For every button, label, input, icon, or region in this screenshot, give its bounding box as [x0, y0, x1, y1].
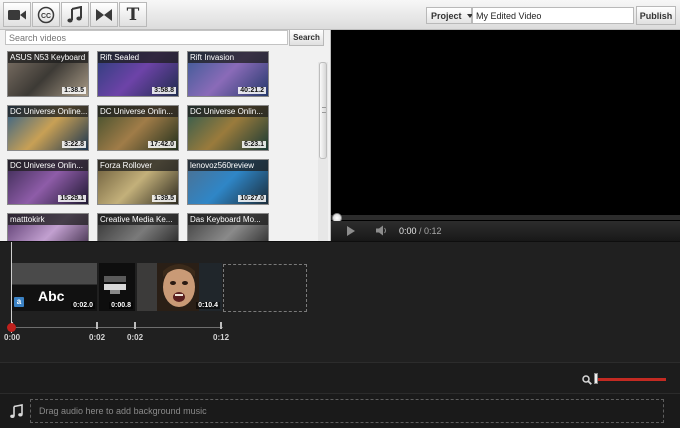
- playhead-line[interactable]: [11, 242, 12, 333]
- add-audio-button[interactable]: [61, 2, 89, 27]
- video-thumbnail[interactable]: Forza Rollover 1:39.5: [97, 159, 179, 205]
- project-name-input[interactable]: [472, 7, 634, 24]
- video-clip[interactable]: 0:10.4: [137, 263, 222, 311]
- video-duration: 6:23.1: [242, 141, 266, 148]
- zoom-magnifier-icon: [582, 375, 592, 385]
- add-transition-button[interactable]: [90, 2, 118, 27]
- video-thumbnail[interactable]: Das Keyboard Mo...: [187, 213, 269, 241]
- volume-icon[interactable]: [376, 225, 388, 236]
- ruler-label: 0:00: [4, 333, 21, 342]
- player-progress-bar[interactable]: [331, 215, 680, 220]
- add-captions-button[interactable]: CC: [32, 2, 60, 27]
- video-thumbnail[interactable]: lenovoz560review 10:27.0: [187, 159, 269, 205]
- video-thumbnail[interactable]: Creative Media Ke...: [97, 213, 179, 241]
- video-thumbnail[interactable]: Rift Sealed 3:58.8: [97, 51, 179, 97]
- video-thumbnail[interactable]: DC Universe Online... 3:22.8: [7, 105, 89, 151]
- video-camera-icon: [8, 9, 26, 20]
- video-title: DC Universe Onlin...: [98, 106, 178, 117]
- video-title: Forza Rollover: [98, 160, 178, 171]
- time-ruler: [11, 327, 223, 328]
- clip-duration: 0:02.0: [71, 302, 95, 309]
- text-icon: T: [126, 4, 140, 25]
- captions-cc-icon: CC: [37, 6, 55, 23]
- text-overlay-icon: a: [14, 297, 24, 307]
- project-dropdown[interactable]: Project: [426, 7, 473, 24]
- scrollbar-thumb[interactable]: [319, 62, 327, 159]
- timeline-panel: Abc a 0:02.0 0:00.8 0:10.4 0:00 0:02 0:0…: [0, 241, 680, 428]
- music-note-icon: [10, 404, 23, 418]
- player-screen[interactable]: [331, 30, 680, 215]
- search-videos-input[interactable]: [5, 30, 288, 45]
- zoom-slider-handle[interactable]: [594, 373, 598, 384]
- add-video-button[interactable]: [3, 2, 31, 27]
- transition-bowtie-icon: [96, 8, 112, 21]
- video-thumbnail[interactable]: DC Universe Onlin... 17:42.0: [97, 105, 179, 151]
- text-clip-label: Abc: [38, 288, 65, 304]
- ruler-tick: [220, 322, 222, 329]
- video-title: lenovoz560review: [188, 160, 268, 171]
- video-title: Das Keyboard Mo...: [188, 214, 268, 225]
- video-title: DC Universe Onlin...: [8, 160, 88, 171]
- time-separator: /: [416, 226, 425, 236]
- audio-drop-zone[interactable]: Drag audio here to add background music: [30, 399, 664, 423]
- audio-track: Drag audio here to add background music: [0, 393, 680, 428]
- video-thumbnail[interactable]: ASUS N53 Keyboard 1:38.5: [7, 51, 89, 97]
- video-editor-app: CC T Project Publish: [0, 0, 680, 428]
- search-button[interactable]: Search: [289, 30, 324, 46]
- total-time: 0:12: [424, 226, 442, 236]
- video-duration: 17:42.0: [148, 141, 176, 148]
- video-title: Rift Invasion: [188, 52, 268, 63]
- video-title: Creative Media Ke...: [98, 214, 178, 225]
- ruler-label: 0:02: [89, 333, 106, 342]
- top-toolbar: CC T Project Publish: [0, 0, 680, 30]
- current-time: 0:00: [399, 226, 417, 236]
- video-title: DC Universe Online...: [8, 106, 88, 117]
- video-duration: 1:38.5: [62, 87, 86, 94]
- text-clip[interactable]: Abc a 0:02.0: [11, 263, 97, 311]
- transition-clip[interactable]: 0:00.8: [99, 263, 135, 311]
- video-duration: 15:29.1: [58, 195, 86, 202]
- add-text-button[interactable]: T: [119, 2, 147, 27]
- scrollbar-grip-icon: [322, 107, 326, 113]
- clip-drop-zone[interactable]: [223, 264, 307, 312]
- video-thumbnail[interactable]: Rift Invasion 40:21.2: [187, 51, 269, 97]
- video-thumbnail[interactable]: DC Universe Onlin... 15:29.1: [7, 159, 89, 205]
- video-title: matttokirk: [8, 214, 88, 225]
- track-divider: [0, 362, 680, 363]
- ruler-tick: [96, 322, 98, 329]
- zoom-slider-track[interactable]: [596, 378, 666, 381]
- video-thumbnail[interactable]: matttokirk: [7, 213, 89, 241]
- publish-button[interactable]: Publish: [636, 6, 676, 25]
- video-duration: 10:27.0: [238, 195, 266, 202]
- clip-duration: 0:00.8: [109, 302, 133, 309]
- project-label: Project: [431, 10, 462, 21]
- video-title: ASUS N53 Keyboard: [8, 52, 88, 63]
- preview-player: 0:00 / 0:12: [331, 30, 680, 241]
- playhead-handle[interactable]: [7, 323, 16, 332]
- svg-text:CC: CC: [41, 13, 51, 20]
- video-duration: 3:22.8: [62, 141, 86, 148]
- video-duration: 40:21.2: [238, 87, 266, 94]
- video-title: DC Universe Onlin...: [188, 106, 268, 117]
- video-duration: 1:39.5: [152, 195, 176, 202]
- ruler-tick: [134, 322, 136, 329]
- clip-duration: 0:10.4: [196, 302, 220, 309]
- ruler-label: 0:12: [213, 333, 230, 342]
- video-browser: Search ASUS N53 Keyboard 1:38.5 Rift Seale…: [0, 30, 331, 241]
- play-icon[interactable]: [347, 226, 355, 236]
- music-note-icon: [67, 5, 82, 22]
- time-readout: 0:00 / 0:12: [399, 226, 442, 236]
- ruler-label: 0:02: [127, 333, 144, 342]
- video-duration: 3:58.8: [152, 87, 176, 94]
- video-thumbnail[interactable]: DC Universe Onlin... 6:23.1: [187, 105, 269, 151]
- video-title: Rift Sealed: [98, 52, 178, 63]
- player-controls: 0:00 / 0:12: [331, 221, 680, 241]
- browser-scrollbar[interactable]: [318, 62, 328, 241]
